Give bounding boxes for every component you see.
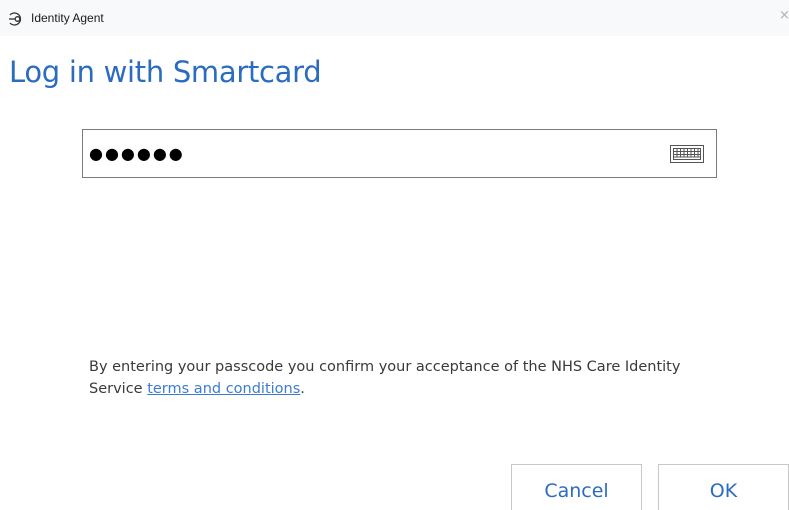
ok-button[interactable]: OK — [658, 464, 789, 510]
terms-notice: By entering your passcode you confirm yo… — [89, 356, 729, 400]
terms-suffix: . — [300, 381, 305, 397]
identity-agent-window: Identity Agent × Log in with Smartcard ●… — [0, 0, 789, 510]
terms-and-conditions-link[interactable]: terms and conditions — [147, 381, 300, 397]
keyboard-icon[interactable] — [670, 145, 704, 163]
window-title: Identity Agent — [31, 11, 104, 25]
identity-agent-icon — [9, 11, 25, 26]
page-title: Log in with Smartcard — [9, 55, 322, 89]
passcode-field[interactable] — [82, 129, 717, 178]
close-button[interactable]: × — [779, 8, 789, 24]
cancel-button[interactable]: Cancel — [511, 464, 642, 510]
passcode-input[interactable] — [89, 138, 649, 168]
title-bar: Identity Agent × — [0, 0, 789, 36]
